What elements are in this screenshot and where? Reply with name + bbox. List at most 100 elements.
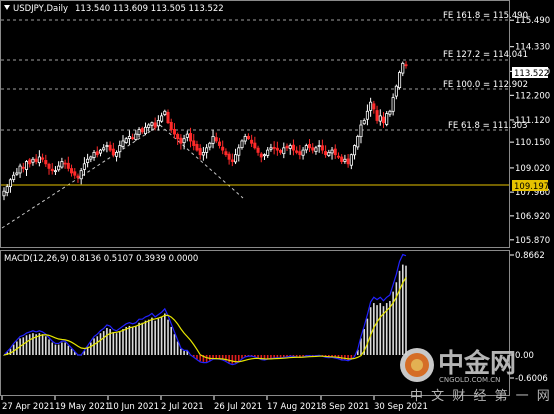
candle-body [31, 158, 35, 163]
candle-body [73, 171, 77, 176]
macd-histogram-bar [176, 341, 179, 355]
watermark-tagline: 中 文 财 经 第 一 网 [410, 389, 552, 404]
macd-histogram-bar [135, 325, 137, 355]
candle-body [76, 175, 80, 178]
candle-body [230, 159, 234, 162]
candle-body [137, 129, 141, 136]
macd-histogram-bar [41, 334, 44, 355]
candle-body [44, 160, 48, 165]
candle-body [266, 149, 270, 156]
candle-body [21, 166, 25, 169]
candle-body [60, 161, 64, 168]
macd-axis-zero: 0.00 [515, 351, 534, 361]
ohlc-values: 113.540 113.609 113.505 113.522 [75, 4, 224, 14]
candle-body [404, 64, 408, 67]
time-tick-label: 26 Jul 2021 [214, 402, 262, 412]
macd-histogram-bar [70, 348, 73, 355]
macd-histogram-bar [128, 325, 131, 355]
macd-histogram-bar [61, 342, 63, 355]
candle-body [70, 168, 74, 174]
macd-histogram-bar [151, 317, 153, 355]
macd-panel-frame[interactable] [0, 250, 510, 396]
candle-body [301, 149, 305, 156]
candle-body [388, 110, 392, 115]
macd-histogram-bar [389, 300, 391, 355]
candle-body [179, 137, 183, 144]
candle-body [195, 144, 199, 151]
macd-histogram-bar [122, 329, 124, 355]
candle-body [176, 134, 180, 140]
macd-histogram-bar [32, 333, 34, 355]
macd-histogram-bar [276, 355, 279, 358]
macd-histogram-bar [160, 316, 163, 355]
macd-axis-bottom: -0.6006 [515, 374, 548, 384]
time-tick-label: 19 May 2021 [55, 402, 110, 412]
candle-body [166, 111, 170, 124]
macd-histogram-bar [25, 335, 28, 355]
candle-body [147, 124, 151, 129]
price-axis[interactable]: 115.490114.330113.250112.200111.120110.1… [510, 16, 550, 246]
macd-histogram-bar [164, 313, 166, 355]
candle-body [163, 110, 167, 115]
candle-body [8, 179, 12, 188]
macd-histogram-bar [366, 318, 369, 355]
macd-histogram-bar [45, 336, 47, 355]
price-tick-label: 114.330 [515, 43, 550, 53]
candle-body [243, 136, 247, 142]
watermark-domain: CNGOLD.COM.CN [439, 376, 500, 384]
macd-histogram-bar [173, 334, 176, 355]
candle-body [307, 144, 312, 149]
candle-body [240, 140, 244, 148]
candle-body [5, 186, 9, 193]
candle-body [150, 122, 154, 126]
macd-histogram-bar [266, 355, 269, 359]
candle-body [143, 126, 148, 134]
candle-body [391, 97, 395, 112]
price-panel-frame[interactable] [0, 0, 510, 248]
candle-body [118, 145, 122, 153]
price-tick-label: 109.020 [515, 164, 550, 174]
macd-histogram-bar [115, 333, 118, 355]
candle-body [227, 153, 231, 160]
candle-body [381, 116, 386, 124]
candle-body [50, 168, 54, 172]
current-price-value: 113.522 [514, 69, 549, 79]
macd-histogram-bar [376, 305, 378, 355]
candle-body [282, 147, 286, 155]
candle-body [291, 144, 295, 151]
candle-body [98, 149, 103, 154]
candle-body [53, 170, 57, 173]
time-axis[interactable]: 27 Apr 2021 19 May 202110 Jun 2021 2 Jul 2… [1, 396, 428, 412]
candle-body [24, 161, 29, 170]
time-tick-label: 10 Jun 2021 [108, 402, 159, 412]
candle-body [385, 113, 389, 125]
candle-body [394, 85, 398, 97]
macd-histogram-bar [51, 342, 54, 355]
candle-body [198, 148, 202, 156]
macd-histogram-bar [93, 338, 95, 355]
candle-body [121, 140, 125, 147]
price-tick-label: 115.490 [515, 16, 550, 26]
macd-histogram-bar [67, 345, 70, 355]
macd-axis-top: 0.8662 [515, 251, 545, 261]
macd-label: MACD(12,26,9) 0.8136 0.5107 0.3939 0.000… [4, 254, 198, 264]
macd-histogram-bar [22, 337, 25, 355]
candle-body [250, 139, 254, 144]
candle-body [208, 142, 212, 148]
candle-body [295, 150, 299, 153]
candle-body [41, 157, 45, 160]
macd-histogram-bar [147, 319, 150, 355]
macd-histogram-bar [379, 303, 382, 355]
chart-canvas[interactable]: FE 161.8 = 115.490 FE 127.2 = 114.041 FE… [0, 0, 554, 414]
candle-body [57, 165, 61, 171]
macd-histogram-bar [273, 355, 275, 358]
candle-body [205, 147, 209, 153]
candle-body [259, 153, 263, 158]
macd-histogram-bar [96, 336, 99, 355]
macd-histogram-bar [64, 342, 66, 355]
candle-body [102, 147, 106, 151]
candle-body [153, 122, 157, 128]
macd-histogram-bar [398, 270, 401, 355]
candle-body [86, 158, 90, 163]
candle-body [214, 137, 218, 142]
